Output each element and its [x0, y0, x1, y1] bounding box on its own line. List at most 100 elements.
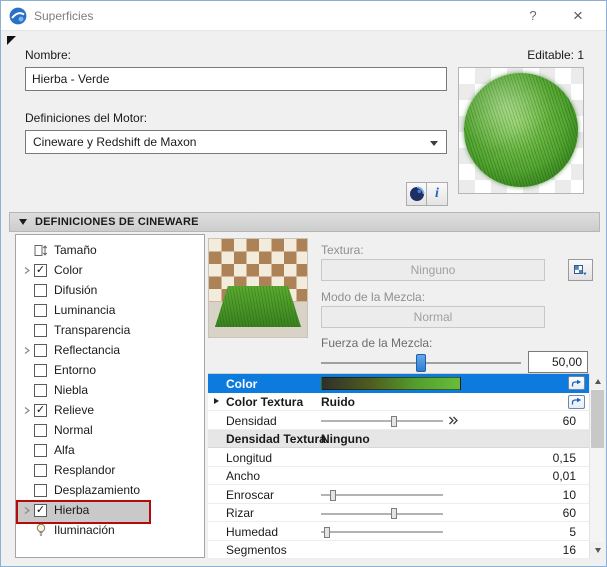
- tree-item-transparencia[interactable]: Transparencia: [16, 320, 204, 340]
- prop-value: Ruido: [321, 395, 355, 409]
- tree-item-label: Hierba: [54, 503, 90, 517]
- expand-chevron-icon[interactable]: [19, 406, 34, 415]
- prop-number-value[interactable]: 0,01: [553, 469, 576, 483]
- checkbox-alfa[interactable]: [34, 443, 47, 457]
- tree-item-niebla[interactable]: Niebla: [16, 380, 204, 400]
- expand-chevron-icon[interactable]: [19, 506, 34, 515]
- texture-link-button[interactable]: [568, 376, 585, 390]
- tree-item-color[interactable]: ✓ Color: [16, 260, 204, 280]
- expand-chevron-icon[interactable]: [19, 266, 34, 275]
- prop-row-densidad[interactable]: Densidad 60: [208, 411, 589, 430]
- prop-row-humedad[interactable]: Humedad 5: [208, 522, 589, 541]
- checkbox-transparencia[interactable]: [34, 323, 47, 337]
- prop-number-value[interactable]: 16: [563, 543, 576, 557]
- texture-link-button[interactable]: [568, 394, 585, 409]
- info-button[interactable]: i: [427, 182, 448, 206]
- checkbox-desplazamiento[interactable]: [34, 483, 47, 497]
- tree-item-label: Relieve: [54, 403, 95, 417]
- blend-strength-value[interactable]: 50,00: [528, 351, 588, 373]
- tree-item-alfa[interactable]: Alfa: [16, 440, 204, 460]
- slider-thumb[interactable]: [324, 526, 331, 538]
- tree-item-normal[interactable]: Normal: [16, 420, 204, 440]
- slider-track[interactable]: [321, 415, 443, 427]
- prop-row-enroscar[interactable]: Enroscar 10: [208, 485, 589, 504]
- color-gradient-swatch[interactable]: [321, 376, 461, 390]
- tree-item-reflectancia[interactable]: Reflectancia: [16, 340, 204, 360]
- tree-item-difusion[interactable]: Difusión: [16, 280, 204, 300]
- texture-browse-button[interactable]: [568, 259, 593, 281]
- slider-thumb[interactable]: [330, 489, 337, 501]
- grass-ball-preview: [464, 73, 578, 187]
- checkbox-entorno[interactable]: [34, 363, 47, 377]
- tree-item-relieve[interactable]: ✓ Relieve: [16, 400, 204, 420]
- scroll-down-button[interactable]: [590, 542, 605, 558]
- engine-dropdown[interactable]: Cineware y Redshift de Maxon: [25, 130, 447, 154]
- tree-item-label: Niebla: [54, 383, 89, 397]
- prop-row-densidad-textura[interactable]: Densidad Textura Ninguno: [208, 429, 589, 448]
- prop-row-longitud[interactable]: Longitud 0,15: [208, 448, 589, 467]
- scrollbar-thumb[interactable]: [591, 390, 604, 448]
- help-button[interactable]: ?: [524, 8, 542, 23]
- checkbox-luminancia[interactable]: [34, 303, 47, 317]
- tree-item-hierba[interactable]: ✓ Hierba: [16, 500, 204, 524]
- close-button[interactable]: ×: [568, 6, 588, 26]
- material-preview-thumbnail[interactable]: [458, 67, 584, 194]
- prop-row-color-textura[interactable]: Color Textura Ruido: [208, 392, 589, 411]
- tree-item-label: Tamaño: [54, 243, 97, 257]
- tree-item-label: Transparencia: [54, 323, 131, 337]
- textura-button[interactable]: Ninguno: [321, 259, 545, 281]
- section-title: DEFINICIONES DE CINEWARE: [35, 216, 199, 228]
- prop-label: Densidad Textura: [226, 432, 326, 446]
- prop-number-value[interactable]: 60: [563, 506, 576, 520]
- prop-number-value[interactable]: 0,15: [553, 451, 576, 465]
- panel-collapse-icon[interactable]: [7, 36, 16, 45]
- slider-thumb[interactable]: [391, 508, 398, 519]
- prop-number-value[interactable]: 5: [569, 525, 576, 539]
- room-grass-patch: [214, 286, 302, 328]
- prop-row-segmentos[interactable]: Segmentos 16: [208, 540, 589, 559]
- checkbox-difusion[interactable]: [34, 283, 47, 297]
- prop-row-color[interactable]: Color: [208, 374, 589, 393]
- scroll-up-button[interactable]: [590, 373, 605, 389]
- properties-table: Color Color Textura Ruido Densidad 60 Densida…: [208, 373, 589, 559]
- checkbox-relieve[interactable]: ✓: [34, 403, 47, 417]
- prop-number-value[interactable]: 10: [563, 488, 576, 502]
- tree-item-tamano[interactable]: Tamaño: [16, 240, 204, 260]
- blend-mode-button[interactable]: Normal: [321, 306, 545, 328]
- surface-name-input[interactable]: [25, 67, 447, 91]
- tree-item-iluminacion[interactable]: Iluminación: [16, 520, 204, 540]
- prop-label: Enroscar: [226, 487, 275, 502]
- prop-label: Ancho: [226, 469, 261, 483]
- checkbox-normal[interactable]: [34, 423, 47, 437]
- tree-item-label: Desplazamiento: [54, 483, 141, 497]
- blend-strength-slider[interactable]: [321, 352, 521, 374]
- checkbox-color[interactable]: ✓: [34, 263, 47, 277]
- slider-edit-icon[interactable]: [448, 415, 460, 427]
- prop-row-ancho[interactable]: Ancho 0,01: [208, 466, 589, 485]
- blend-mode-label: Modo de la Mezcla:: [321, 290, 426, 304]
- cinema4d-button[interactable]: [406, 182, 427, 206]
- material-room-preview[interactable]: [208, 238, 308, 338]
- checkbox-hierba[interactable]: ✓: [34, 503, 47, 517]
- tree-item-desplazamiento[interactable]: Desplazamiento: [16, 480, 204, 500]
- prop-row-rizar[interactable]: Rizar 60: [208, 503, 589, 522]
- slider-track[interactable]: [321, 508, 443, 519]
- tree-item-entorno[interactable]: Entorno: [16, 360, 204, 380]
- checkbox-resplandor[interactable]: [34, 463, 47, 477]
- checkbox-reflectancia[interactable]: [34, 343, 47, 357]
- expand-chevron-icon[interactable]: [19, 346, 34, 355]
- prop-label: Segmentos: [226, 543, 287, 557]
- slider-thumb[interactable]: [391, 415, 398, 427]
- expand-triangle-icon[interactable]: [214, 398, 219, 404]
- prop-number-value[interactable]: 60: [563, 414, 576, 428]
- cineware-section-header[interactable]: DEFINICIONES DE CINEWARE: [9, 212, 600, 232]
- vertical-scrollbar[interactable]: [589, 373, 605, 558]
- tree-item-resplandor[interactable]: Resplandor: [16, 460, 204, 480]
- slider-track[interactable]: [321, 526, 443, 538]
- slider-track[interactable]: [321, 489, 443, 501]
- fuerza-slider-thumb[interactable]: [416, 354, 426, 372]
- tree-item-luminancia[interactable]: Luminancia: [16, 300, 204, 320]
- bulb-icon: [34, 523, 48, 537]
- checkbox-niebla[interactable]: [34, 383, 47, 397]
- engine-dropdown-value: Cineware y Redshift de Maxon: [33, 135, 197, 149]
